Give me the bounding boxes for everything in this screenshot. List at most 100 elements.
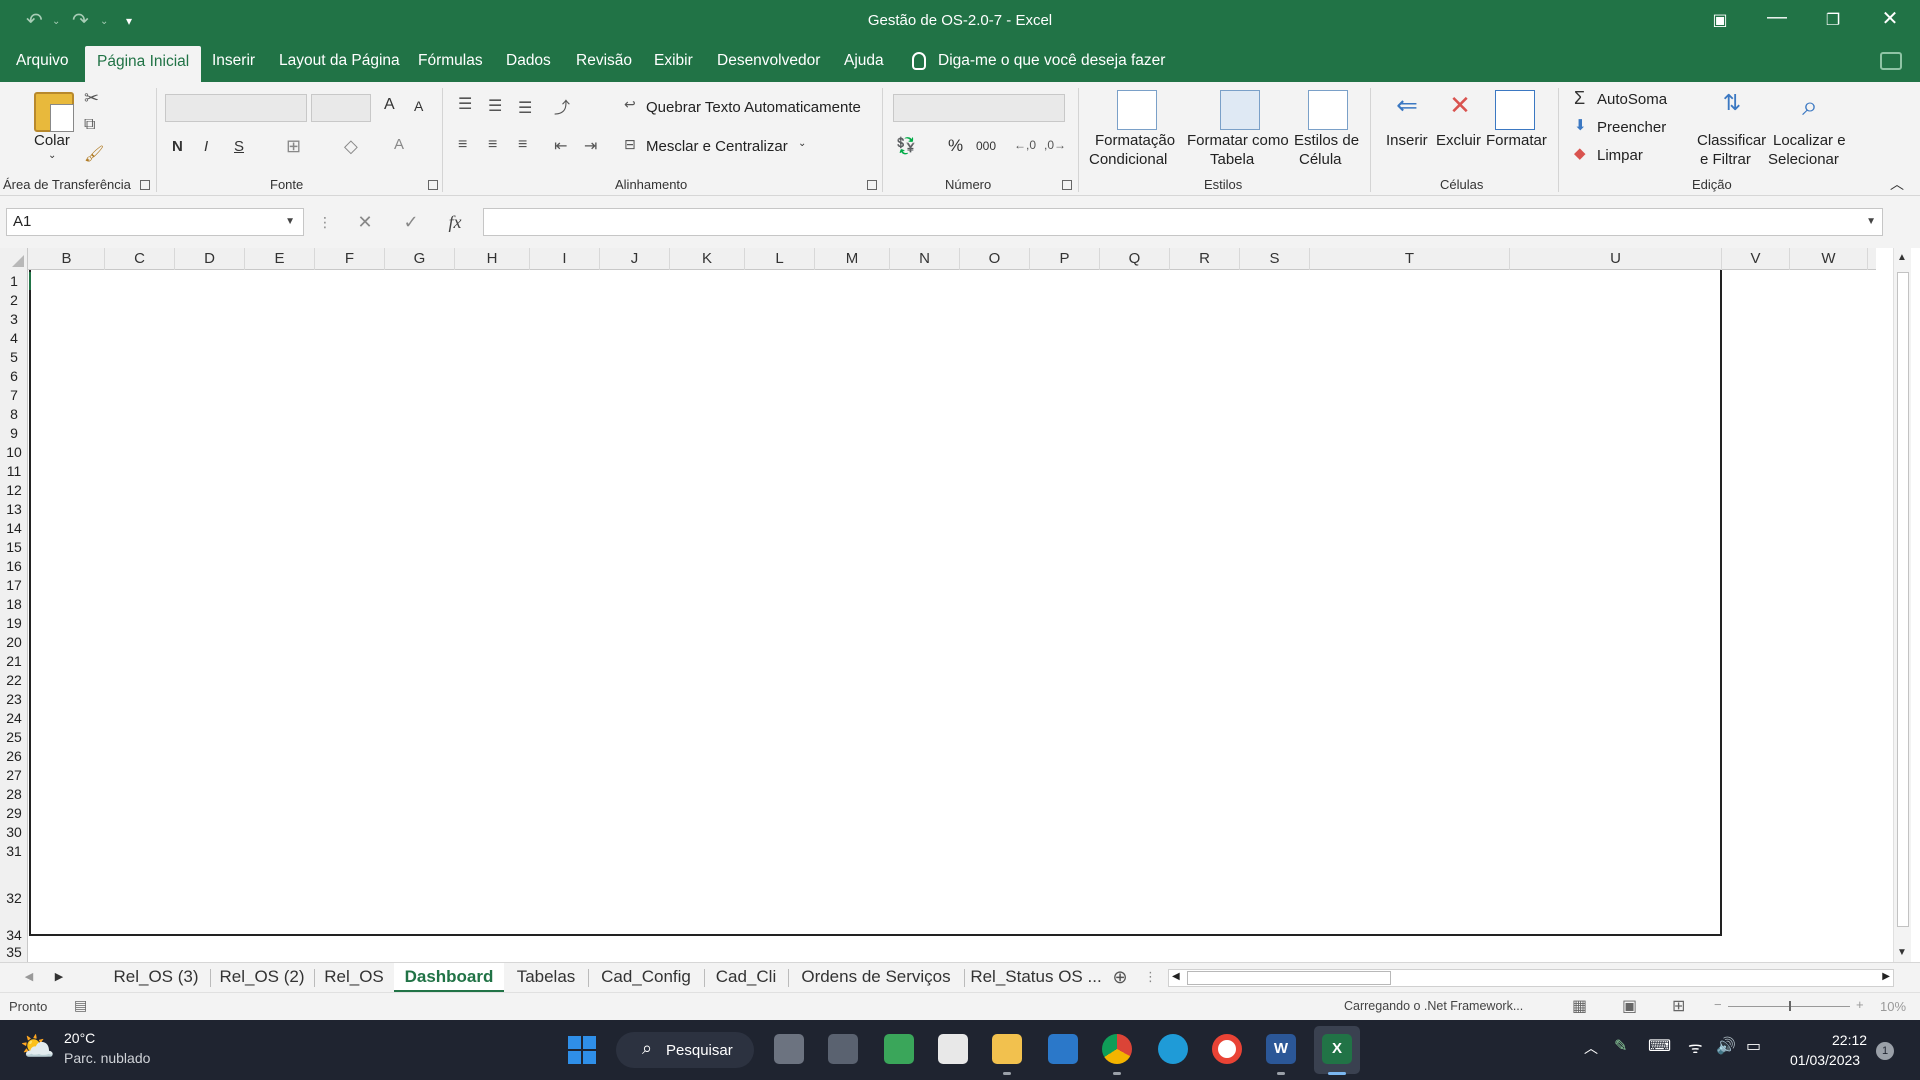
show-hidden-icons[interactable]: ︿ bbox=[1584, 1038, 1598, 1058]
row-header[interactable]: 34 bbox=[0, 926, 28, 944]
tray-app-icon[interactable]: ✎ bbox=[1614, 1036, 1627, 1056]
font-color-button[interactable]: A bbox=[394, 136, 404, 153]
tab-formulas[interactable]: Fórmulas bbox=[408, 42, 493, 82]
row-header[interactable]: 20 bbox=[0, 633, 28, 651]
weather-temp[interactable]: 20°C bbox=[64, 1030, 95, 1046]
excel-icon[interactable]: X bbox=[1322, 1034, 1352, 1064]
percent-button[interactable]: % bbox=[948, 136, 963, 156]
font-name-select[interactable] bbox=[165, 94, 307, 122]
battery-icon[interactable]: ▭ bbox=[1746, 1036, 1761, 1056]
tab-layout[interactable]: Layout da Página bbox=[269, 42, 410, 82]
name-box[interactable]: A1 ▼ bbox=[6, 208, 304, 236]
row-header[interactable]: 10 bbox=[0, 443, 28, 461]
row-header[interactable]: 25 bbox=[0, 728, 28, 746]
weather-desc[interactable]: Parc. nublado bbox=[64, 1050, 150, 1066]
notepad-icon[interactable] bbox=[884, 1034, 914, 1064]
orientation-icon[interactable]: ⤴ bbox=[554, 94, 570, 118]
column-header[interactable]: B bbox=[29, 248, 105, 270]
sheet-tab-cad-cli[interactable]: Cad_Cli bbox=[706, 963, 786, 993]
align-center-icon[interactable]: ≡ bbox=[488, 136, 497, 154]
format-as-table-line1[interactable]: Formatar como bbox=[1187, 132, 1289, 149]
row-header[interactable]: 29 bbox=[0, 804, 28, 822]
column-header[interactable]: G bbox=[385, 248, 455, 270]
zoom-in-button[interactable]: + bbox=[1856, 997, 1864, 1012]
cut-icon[interactable]: ✂ bbox=[84, 88, 99, 109]
comments-icon[interactable] bbox=[1880, 52, 1902, 70]
borders-icon[interactable]: ⊞ bbox=[286, 136, 301, 157]
merge-center-button[interactable]: Mesclar e Centralizar bbox=[646, 138, 788, 155]
row-header[interactable]: 23 bbox=[0, 690, 28, 708]
clipboard-launcher-icon[interactable] bbox=[140, 180, 150, 190]
column-header[interactable]: V bbox=[1722, 248, 1790, 270]
fill-color-icon[interactable]: ◇ bbox=[344, 136, 358, 157]
name-box-dropdown-icon[interactable]: ▼ bbox=[285, 209, 295, 235]
clear-button[interactable]: Limpar bbox=[1597, 147, 1643, 164]
tab-dados[interactable]: Dados bbox=[496, 42, 561, 82]
align-bottom-icon[interactable]: ☰ bbox=[518, 98, 532, 118]
close-icon[interactable]: ✕ bbox=[1870, 6, 1910, 31]
paste-button[interactable]: Colar bbox=[34, 132, 70, 149]
tab-revisao[interactable]: Revisão bbox=[566, 42, 642, 82]
row-header[interactable]: 26 bbox=[0, 747, 28, 765]
column-header[interactable]: L bbox=[745, 248, 815, 270]
horizontal-scrollbar[interactable]: ◀ ▶ bbox=[1168, 969, 1894, 987]
format-cells-button[interactable]: Formatar bbox=[1486, 132, 1547, 149]
normal-view-icon[interactable]: ▦ bbox=[1572, 996, 1587, 1016]
shrink-font-button[interactable]: A bbox=[414, 98, 423, 114]
collapse-ribbon-icon[interactable]: ︿ bbox=[1890, 174, 1904, 194]
row-header[interactable]: 21 bbox=[0, 652, 28, 670]
formula-input[interactable]: ▼ bbox=[483, 208, 1883, 236]
copy-icon[interactable]: ⧉ bbox=[84, 116, 95, 134]
enter-formula-button[interactable]: ✓ bbox=[396, 208, 426, 236]
row-header[interactable]: 13 bbox=[0, 500, 28, 518]
align-top-icon[interactable]: ☰ bbox=[458, 94, 472, 114]
tab-ajuda[interactable]: Ajuda bbox=[834, 42, 894, 82]
thousands-button[interactable]: 000 bbox=[976, 139, 996, 153]
sheet-tab-rel-os[interactable]: Rel_OS bbox=[316, 963, 392, 993]
zoom-slider-thumb[interactable] bbox=[1789, 1001, 1791, 1011]
font-size-select[interactable] bbox=[311, 94, 371, 122]
sheet-tab-ordens-servicos[interactable]: Ordens de Serviços bbox=[790, 963, 962, 993]
row-header[interactable]: 7 bbox=[0, 386, 28, 404]
decrease-indent-icon[interactable]: ⇤ bbox=[554, 136, 567, 156]
row-header[interactable]: 5 bbox=[0, 348, 28, 366]
row-header[interactable]: 17 bbox=[0, 576, 28, 594]
sort-filter-line2[interactable]: e Filtrar bbox=[1700, 151, 1751, 168]
align-right-icon[interactable]: ≡ bbox=[518, 136, 527, 154]
horizontal-scroll-thumb[interactable] bbox=[1187, 971, 1391, 985]
scroll-right-icon[interactable]: ▶ bbox=[1882, 971, 1890, 982]
row-header[interactable]: 11 bbox=[0, 462, 28, 480]
active-cell-a1[interactable] bbox=[29, 272, 33, 290]
row-header[interactable]: 9 bbox=[0, 424, 28, 442]
row-header[interactable]: 18 bbox=[0, 595, 28, 613]
sort-filter-line1[interactable]: Classificar bbox=[1697, 132, 1766, 149]
edge-icon[interactable] bbox=[1158, 1034, 1188, 1064]
column-header[interactable]: E bbox=[245, 248, 315, 270]
tab-inserir[interactable]: Inserir bbox=[202, 42, 265, 82]
chrome-profile-icon[interactable] bbox=[1212, 1034, 1242, 1064]
decrease-decimal-icon[interactable]: ,0→ bbox=[1044, 138, 1066, 152]
find-select-line1[interactable]: Localizar e bbox=[1773, 132, 1846, 149]
paste-icon[interactable] bbox=[34, 92, 74, 132]
row-header[interactable]: 32 bbox=[0, 889, 28, 907]
worksheet-grid[interactable]: BCDEFGHIJKLMNOPQRSTUVW 1 2 3 4 5 6 7 8 9 10 11 12 13… bbox=[0, 248, 1920, 962]
clock-time[interactable]: 22:12 bbox=[1832, 1032, 1867, 1048]
wifi-icon[interactable]: ᯤ bbox=[1688, 1036, 1703, 1058]
alignment-launcher-icon[interactable] bbox=[867, 180, 877, 190]
column-header[interactable]: W bbox=[1790, 248, 1868, 270]
scroll-down-icon[interactable]: ▼ bbox=[1897, 947, 1907, 958]
row-header[interactable]: 1 bbox=[0, 272, 28, 290]
column-header[interactable]: T bbox=[1310, 248, 1510, 270]
column-header[interactable]: P bbox=[1030, 248, 1100, 270]
row-header[interactable]: 4 bbox=[0, 329, 28, 347]
row-header[interactable]: 3 bbox=[0, 310, 28, 328]
column-header[interactable]: F bbox=[315, 248, 385, 270]
task-view-icon[interactable] bbox=[774, 1034, 804, 1064]
row-header[interactable]: 8 bbox=[0, 405, 28, 423]
conditional-formatting-line2[interactable]: Condicional bbox=[1089, 151, 1167, 168]
column-header[interactable]: D bbox=[175, 248, 245, 270]
expand-formula-icon[interactable]: ▼ bbox=[1866, 209, 1876, 235]
mail-icon[interactable] bbox=[1048, 1034, 1078, 1064]
volume-icon[interactable]: 🔊 bbox=[1716, 1036, 1736, 1056]
sheet-tab-rel-os-3[interactable]: Rel_OS (3) bbox=[104, 963, 208, 993]
